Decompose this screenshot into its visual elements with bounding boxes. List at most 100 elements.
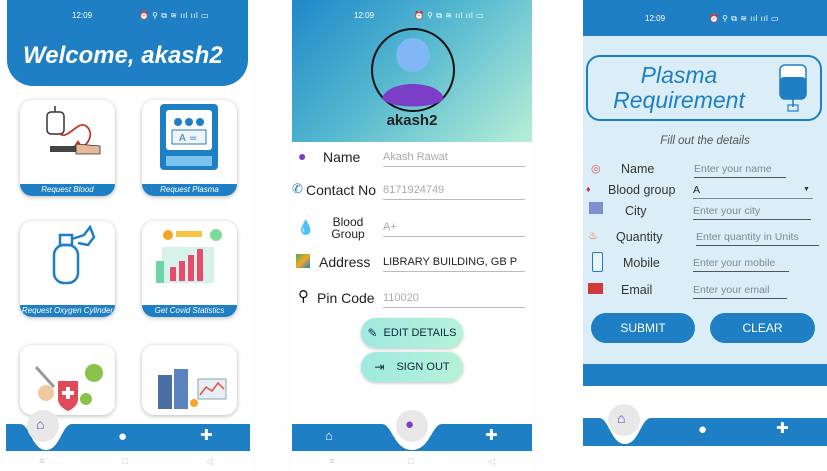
field-label: Name [621,162,655,176]
clear-button[interactable]: CLEAR [710,313,815,343]
person-circle-icon: ◎ [591,163,601,175]
profile-field-address: Address LIBRARY BUILDING, GB P [292,252,532,280]
plasma-bag-icon [779,64,807,112]
covid-statistics-tile[interactable]: Get Covid Statistics [142,221,237,317]
tile-label: Request Oxygen Cylinder [20,305,115,317]
request-oxygen-tile[interactable]: Request Oxygen Cylinder [20,221,115,317]
title-card: Plasma Requirement [586,55,822,121]
status-icons: ⏰ ⚲ ⧉ ≋ ııl ııl ▭ [414,11,485,20]
profile-screen: 12:09 ⏰ ⚲ ⧉ ≋ ııl ııl ▭ akash2 ● Name Ak… [292,0,532,471]
back-button[interactable]: ◁ [206,456,213,467]
blood-drop-icon: ♦ [586,184,591,194]
profile-field-blood-group: 💧 Blood Group A+ [292,213,532,245]
profile-field-pincode: ⚲ Pin Code 110020 [292,287,532,315]
form-subtitle: Fill out the details [660,135,750,147]
sign-out-icon: ⇥ [374,360,385,374]
blood-group-select[interactable]: A [693,184,813,199]
back-button[interactable]: ◁ [488,456,495,467]
request-plasma-tile[interactable]: A = Request Plasma [142,100,237,196]
form-row-name: ◎ Name Enter your name [583,160,827,180]
field-value: A+ [383,221,525,237]
oxygen-cylinder-icon [52,224,96,285]
status-icons: ⏰ ⚲ ⧉ ≋ ııl ııl ▭ [139,11,210,20]
page-title: Plasma Requirement [594,63,764,113]
status-bar: 12:09 ⏰ ⚲ ⧉ ≋ ııl ııl ▭ [7,0,248,30]
name-input[interactable]: Enter your name [694,163,786,178]
blood-drop-icon: 💧 [297,219,315,235]
field-label: Blood Group [331,216,365,241]
form-row-mobile: Mobile Enter your mobile [583,252,827,278]
blood-bag-icon [46,106,101,155]
home-nav-button[interactable]: ⌂ [27,410,59,442]
svg-text:A =: A = [179,133,197,144]
city-input[interactable]: Enter your city [693,205,811,220]
plasma-machine-icon: A = [160,104,218,170]
dropdown-arrow-icon[interactable]: ▼ [803,186,810,193]
person-icon[interactable]: ● [698,421,707,438]
status-time: 12:09 [72,11,93,20]
mail-icon [588,283,603,294]
phone-icon: ✆ [292,181,303,196]
profile-nav-button[interactable]: ● [396,410,428,442]
plasma-requirement-screen: 12:09 ⏰ ⚲ ⧉ ≋ ııl ııl ▭ Plasma Requireme… [583,0,827,471]
sign-out-label: SIGN OUT [396,361,450,373]
data-tile[interactable] [142,345,237,415]
location-pin-icon: ⚲ [298,288,309,305]
field-label: Quantity [616,230,663,244]
home-icon[interactable]: ⌂ [325,428,333,443]
home-screen: 12:09 ⏰ ⚲ ⧉ ≋ ııl ııl ▭ Welcome, akash2 … [0,0,252,471]
sign-out-button[interactable]: ⇥ SIGN OUT [361,352,463,382]
title-line-2: Requirement [613,87,745,113]
home-system-button[interactable]: □ [122,456,127,466]
plus-icon[interactable]: ✚ [200,426,213,444]
system-nav-bar: ≡ □ ◁ [292,451,532,471]
quantity-input[interactable]: Enter quantity in Units [696,231,819,246]
edit-icon: ✎ [367,326,378,340]
person-icon[interactable]: ● [118,428,127,445]
recent-apps-button[interactable]: ≡ [39,456,44,466]
title-line-1: Plasma [640,62,718,88]
virus-shield-icon [34,364,103,411]
data-server-icon [158,369,227,409]
flame-icon: ♨ [588,230,598,242]
field-label: Email [621,283,653,297]
plus-icon[interactable]: ✚ [485,426,498,444]
map-icon [296,254,310,268]
plus-icon[interactable]: ✚ [776,419,789,437]
home-nav-button[interactable]: ⌂ [608,404,640,436]
field-label: Name [323,149,361,165]
statistics-chart-icon [156,229,222,283]
profile-field-contact: ✆ Contact No 8171924749 [292,179,532,207]
tile-label: Request Blood [20,184,115,196]
field-value: 110020 [383,292,525,308]
avatar [371,28,455,112]
profile-field-name: ● Name Akash Rawat [292,146,532,174]
form-row-blood-group: ♦ Blood group A ▼ [583,181,827,201]
mobile-input[interactable]: Enter your mobile [693,257,789,272]
status-time: 12:09 [645,14,666,23]
field-value: 8171924749 [383,184,525,200]
submit-button[interactable]: SUBMIT [591,313,695,343]
profile-username: akash2 [386,112,438,129]
edit-details-button[interactable]: ✎ EDIT DETAILS [361,318,463,348]
field-label: Blood group [608,183,676,197]
status-icons: ⏰ ⚲ ⧉ ≋ ııl ııl ▭ [709,14,780,23]
person-icon: ● [298,148,307,164]
status-bar: 12:09 ⏰ ⚲ ⧉ ≋ ııl ııl ▭ [292,0,532,30]
welcome-header: 12:09 ⏰ ⚲ ⧉ ≋ ııl ııl ▭ Welcome, akash2 [7,0,248,86]
home-icon: ⌂ [36,416,45,432]
field-label: Mobile [623,256,660,270]
field-value: LIBRARY BUILDING, GB P [383,256,525,272]
field-label: City [625,204,647,218]
field-label: Pin Code [317,290,375,306]
edit-details-label: EDIT DETAILS [383,327,457,339]
request-blood-tile[interactable]: Request Blood [20,100,115,196]
email-input[interactable]: Enter your email [693,284,787,299]
home-system-button[interactable]: □ [408,456,413,466]
mobile-icon [592,252,603,272]
footer-band [583,364,827,386]
virus-tile[interactable] [20,345,115,415]
recent-apps-button[interactable]: ≡ [329,456,334,466]
status-bar: 12:09 ⏰ ⚲ ⧉ ≋ ııl ııl ▭ [583,0,827,36]
welcome-title: Welcome, akash2 [23,42,223,69]
